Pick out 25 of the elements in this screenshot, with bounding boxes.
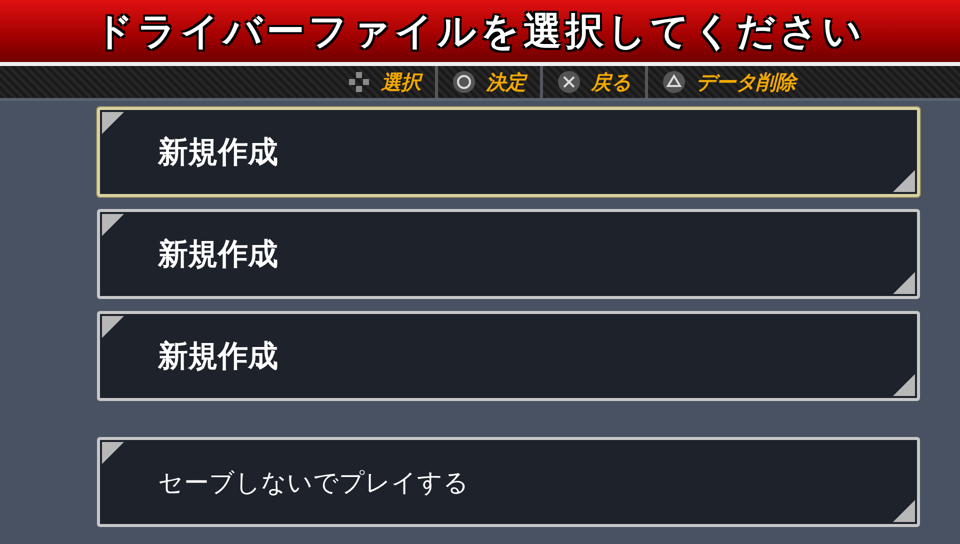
corner-icon <box>893 500 915 522</box>
circle-button-icon <box>452 70 476 94</box>
slot-label: 新規作成 <box>158 134 278 172</box>
slot-label: セーブしないでプレイする <box>158 466 469 498</box>
save-slot[interactable]: セーブしないでプレイする <box>97 437 920 527</box>
corner-icon <box>102 214 124 236</box>
corner-icon <box>893 170 915 192</box>
hint-label: 選択 <box>381 68 421 96</box>
hint-label: 戻る <box>591 68 631 96</box>
corner-icon <box>102 316 124 338</box>
cross-button-icon <box>557 70 581 94</box>
corner-icon <box>102 442 124 464</box>
screen-title: ドライバーファイルを選択してください <box>94 8 866 54</box>
dpad-icon <box>347 70 371 94</box>
save-slot[interactable]: 新規作成 <box>97 311 920 401</box>
triangle-button-icon <box>662 70 686 94</box>
hint-label: 決定 <box>486 68 526 96</box>
corner-icon <box>893 374 915 396</box>
hint-label: データ削除 <box>696 68 796 96</box>
corner-icon <box>893 272 915 294</box>
corner-icon <box>102 112 124 134</box>
save-slot[interactable]: 新規作成 <box>97 107 920 197</box>
slot-label: 新規作成 <box>158 338 278 376</box>
save-slot[interactable]: 新規作成 <box>97 209 920 299</box>
slot-label: 新規作成 <box>158 236 278 274</box>
